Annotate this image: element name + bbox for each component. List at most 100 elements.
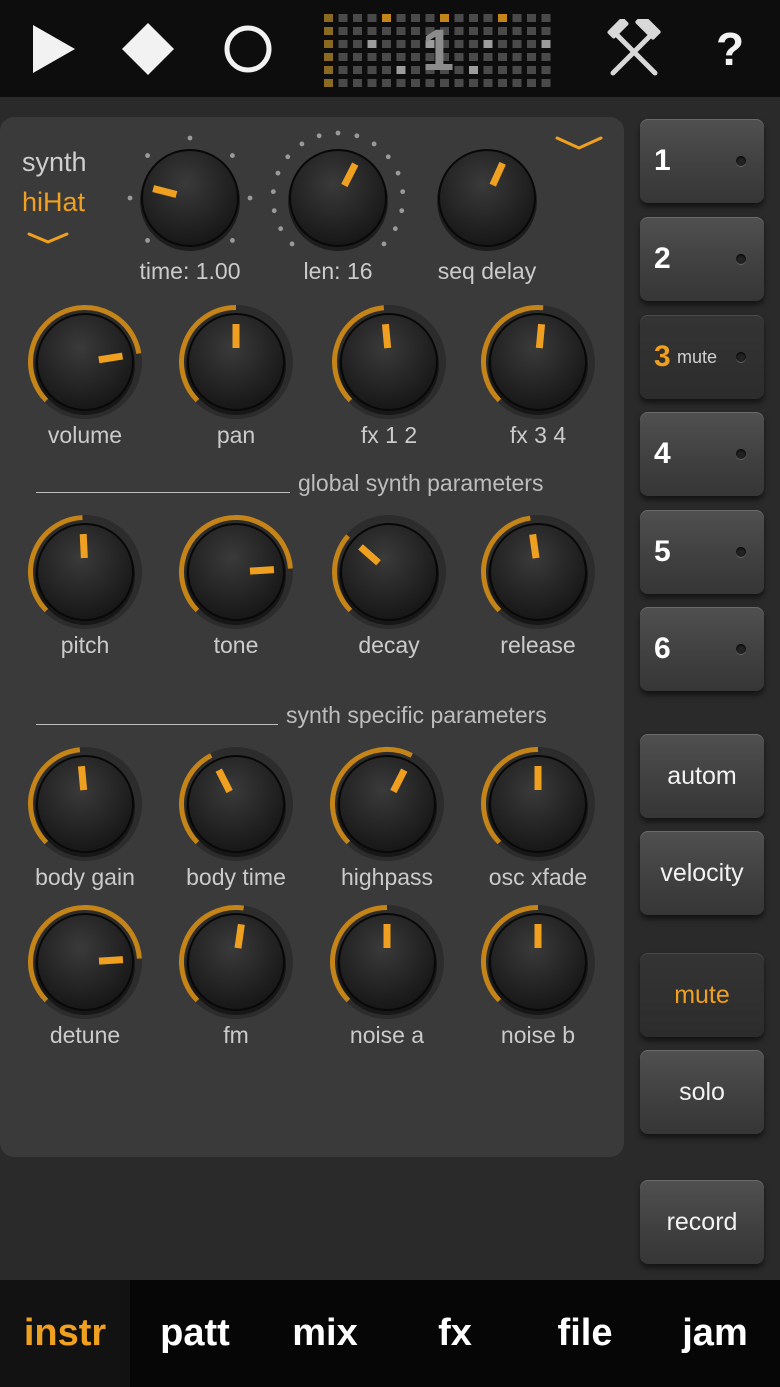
- body-time-label: body time: [186, 864, 286, 890]
- noise-b-knob[interactable]: [481, 905, 595, 1019]
- knob-tick-dot: [400, 189, 406, 195]
- track-led-icon: [736, 352, 746, 362]
- mute-button[interactable]: mute: [640, 953, 764, 1037]
- len-knob[interactable]: [270, 130, 406, 251]
- track-button-5[interactable]: 5: [640, 510, 764, 594]
- track-led-icon: [736, 644, 746, 654]
- fx12-label: fx 1 2: [360, 422, 418, 448]
- time-knob[interactable]: [127, 135, 253, 251]
- autom-button[interactable]: autom: [640, 734, 764, 818]
- volume-knob-pointer: [98, 352, 124, 364]
- knob-tick-dot: [275, 170, 281, 176]
- track-number: 6: [654, 632, 671, 665]
- fm-label: fm: [223, 1022, 249, 1048]
- tab-jam[interactable]: jam: [650, 1280, 780, 1387]
- knob-tick-dot: [230, 153, 235, 158]
- highpass-knob[interactable]: [330, 747, 444, 861]
- bottom-tab-bar: instr patt mix fx file jam: [0, 1280, 780, 1387]
- pan-knob[interactable]: [179, 305, 293, 419]
- decay-knob-body: [340, 523, 438, 621]
- tone-knob-pointer: [249, 566, 275, 575]
- decay-label: decay: [358, 632, 420, 658]
- decay-knob[interactable]: [332, 515, 446, 629]
- knob-tick-dot: [316, 133, 322, 139]
- mute-label: mute: [674, 980, 730, 1009]
- knob-tick-dot: [278, 226, 284, 232]
- track-led-icon: [736, 547, 746, 557]
- pitch-knob[interactable]: [28, 515, 142, 629]
- tab-mix[interactable]: mix: [260, 1280, 390, 1387]
- detune-knob-pointer: [98, 956, 124, 965]
- knob-tick-dot: [271, 208, 277, 214]
- knob-tick-dot: [145, 153, 150, 158]
- body-gain-knob[interactable]: [28, 747, 142, 861]
- track-number: 5: [654, 535, 671, 568]
- knob-tick-dot: [187, 135, 193, 141]
- detune-knob[interactable]: [28, 905, 142, 1019]
- track-number: 4: [654, 437, 671, 470]
- help-button[interactable]: ?: [700, 0, 760, 97]
- tab-instr[interactable]: instr: [0, 1280, 130, 1387]
- solo-button[interactable]: solo: [640, 1050, 764, 1134]
- knob-tick-dot: [371, 141, 377, 147]
- fx34-label: fx 3 4: [509, 422, 567, 448]
- knob-tick-dot: [299, 141, 305, 147]
- track-number: 3: [654, 340, 671, 373]
- osc-xfade-knob[interactable]: [481, 747, 595, 861]
- fm-knob-pointer: [234, 923, 245, 949]
- track-button-3[interactable]: 3 mute: [640, 315, 764, 399]
- pitch-knob-pointer: [79, 533, 88, 559]
- velocity-label: velocity: [660, 858, 744, 887]
- len-knob-body: [289, 149, 387, 247]
- velocity-button[interactable]: velocity: [640, 831, 764, 915]
- record-label: record: [666, 1207, 738, 1236]
- track-button-4[interactable]: 4: [640, 412, 764, 496]
- track-button-1[interactable]: 1: [640, 119, 764, 203]
- track-button-2[interactable]: 2: [640, 217, 764, 301]
- knob-tick-dot: [127, 195, 133, 201]
- help-label: ?: [715, 22, 745, 75]
- highpass-knob-body: [338, 755, 436, 853]
- time-knob-body: [141, 149, 239, 247]
- tab-fx[interactable]: fx: [390, 1280, 520, 1387]
- record-button[interactable]: record: [640, 1180, 764, 1264]
- body-time-knob[interactable]: [179, 747, 293, 861]
- noise-a-knob[interactable]: [330, 905, 444, 1019]
- knob-tick-dot: [385, 154, 391, 160]
- track-led-icon: [736, 254, 746, 264]
- highpass-label: highpass: [340, 864, 434, 890]
- volume-knob[interactable]: [28, 305, 142, 419]
- tab-file[interactable]: file: [520, 1280, 650, 1387]
- release-knob[interactable]: [481, 515, 595, 629]
- pan-label: pan: [216, 422, 256, 448]
- knob-tick-dot: [285, 154, 291, 160]
- detune-label: detune: [49, 1022, 121, 1048]
- divider-line: [36, 724, 278, 725]
- fx-1-2-knob[interactable]: [332, 305, 446, 419]
- fm-knob[interactable]: [179, 905, 293, 1019]
- knob-tick-dot: [230, 238, 235, 243]
- track-number: 1: [654, 144, 671, 177]
- release-label: release: [500, 632, 576, 658]
- release-knob-body: [489, 523, 587, 621]
- body-time-knob-body: [187, 755, 285, 853]
- time-label: time: 1.00: [139, 258, 241, 284]
- solo-label: solo: [679, 1077, 725, 1106]
- divider-line: [36, 492, 290, 493]
- knob-tick-dot: [289, 241, 295, 247]
- knob-tick-dot: [335, 130, 341, 136]
- knob-tick-dot: [270, 189, 276, 195]
- knob-tick-dot: [399, 208, 405, 214]
- knob-tick-dot: [247, 195, 253, 201]
- seq-delay-knob[interactable]: [437, 149, 537, 251]
- tone-knob[interactable]: [179, 515, 293, 629]
- tab-patt[interactable]: patt: [130, 1280, 260, 1387]
- track-led-icon: [736, 156, 746, 166]
- fx-3-4-knob[interactable]: [481, 305, 595, 419]
- track-button-6[interactable]: 6: [640, 607, 764, 691]
- knob-tick-dot: [392, 226, 398, 232]
- section-specific-title: synth specific parameters: [286, 702, 547, 728]
- fx-3-4-knob-pointer: [535, 323, 546, 349]
- fx-1-2-knob-pointer: [381, 323, 392, 349]
- noise-b-label: noise b: [500, 1022, 576, 1048]
